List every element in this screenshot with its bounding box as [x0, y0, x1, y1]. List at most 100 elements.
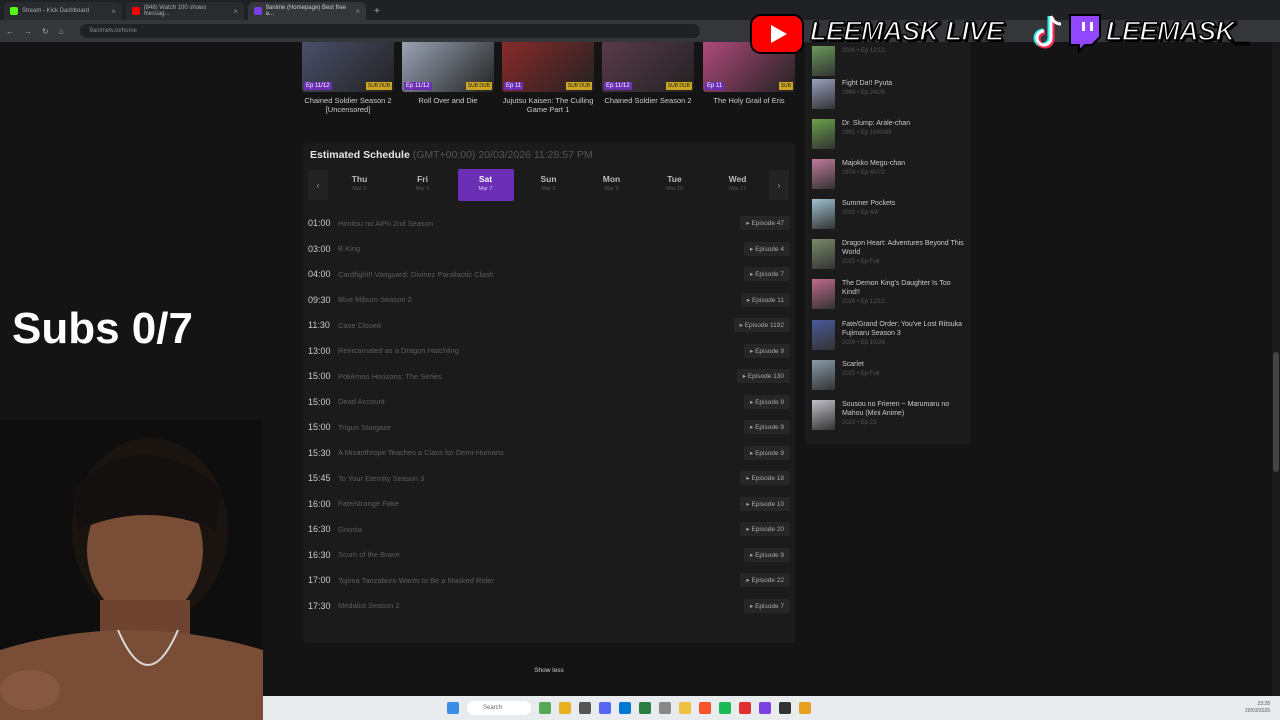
home-icon[interactable]: ⌂ [59, 27, 64, 36]
sidebar-anime-item[interactable]: Fate/Grand Order: You've Lost Ritsuka Fu… [812, 320, 967, 350]
day-tab[interactable]: Mon Mar 9 [584, 169, 640, 201]
sidebar-anime-title[interactable]: Fate/Grand Order: You've Lost Ritsuka Fu… [842, 320, 967, 338]
anime-title[interactable]: Chained Soldier Season 2 [Uncensored] [302, 96, 394, 114]
next-day-button[interactable]: › [769, 170, 789, 200]
sidebar-poster[interactable] [812, 320, 835, 350]
episode-button[interactable]: ▸ Episode 22 [740, 573, 790, 587]
schedule-row[interactable]: 09:30 Blue Miburo Season 2 ▸ Episode 11 [308, 291, 790, 309]
schedule-anime-title[interactable]: Scum of the Brave [338, 550, 400, 559]
sidebar-poster[interactable] [812, 400, 835, 430]
episode-button[interactable]: ▸ Episode 130 [736, 369, 790, 383]
anime-poster[interactable]: Ep 11/12 SUB DUB [302, 42, 394, 92]
discord-icon[interactable] [599, 702, 611, 714]
taskbar-search[interactable]: Search [467, 701, 531, 715]
sidebar-anime-title[interactable]: Sousou no Frieren ~ Marumaru no Mahou (M… [842, 400, 967, 418]
scroll-thumb[interactable] [1273, 352, 1279, 472]
schedule-anime-title[interactable]: Himitsu no AiPri 2nd Season [338, 219, 433, 228]
schedule-row[interactable]: 17:00 Tojima Tanzaburo Wants to Be a Mask… [308, 571, 790, 589]
back-icon[interactable]: ← [6, 27, 14, 36]
anime-title[interactable]: Jujutsu Kaisen: The Culling Game Part 1 [502, 96, 594, 114]
sidebar-anime-title[interactable]: The Demon King's Daughter Is Too Kind!! [842, 279, 967, 297]
episode-button[interactable]: ▸ Episode 7 [744, 267, 790, 281]
browser-tab[interactable]: (848) Watch 100 shows messag... × [126, 2, 244, 20]
episode-button[interactable]: ▸ Episode 9 [744, 394, 790, 409]
edge-icon[interactable] [619, 702, 631, 714]
brave-icon[interactable] [699, 702, 711, 714]
episode-button[interactable]: ▸ Episode 9 [744, 547, 790, 562]
schedule-anime-title[interactable]: Trigun Stargaze [338, 423, 391, 432]
sidebar-anime-item[interactable]: Majokko Megu-chan 1974 • Ep 40/72 [812, 159, 967, 189]
sidebar-anime-item[interactable]: Summer Pockets 2025 • Ep 4/4 [812, 199, 967, 229]
anime-title[interactable]: Chained Soldier Season 2 [602, 96, 694, 105]
schedule-row[interactable]: 01:00 Himitsu no AiPri 2nd Season ▸ Episod… [308, 214, 790, 232]
sidebar-anime-item[interactable]: Sousou no Frieren ~ Marumaru no Mahou (M… [812, 400, 967, 430]
schedule-row[interactable]: 04:00 Cardfight!! Vanguard: Divinez Paral… [308, 265, 790, 283]
obs-icon[interactable] [779, 702, 791, 714]
episode-button[interactable]: ▸ Episode 9 [744, 343, 790, 358]
sidebar-anime-item[interactable]: Dragon Heart: Adventures Beyond This Wor… [812, 239, 967, 269]
forward-icon[interactable]: → [24, 27, 32, 36]
schedule-anime-title[interactable]: Case Closed [338, 321, 381, 330]
episode-button[interactable]: ▸ Episode 47 [740, 216, 790, 230]
close-icon[interactable]: × [233, 7, 238, 16]
schedule-anime-title[interactable]: Gnosia [338, 525, 362, 534]
episode-button[interactable]: ▸ Episode 1192 [733, 318, 790, 332]
close-icon[interactable]: × [355, 7, 360, 16]
day-tab[interactable]: Wed Mar 11 [710, 169, 766, 201]
widgets-icon[interactable] [539, 702, 551, 714]
day-tab[interactable]: Thu Mar 5 [332, 169, 388, 201]
schedule-row[interactable]: 15:30 A Misanthrope Teaches a Class for D… [308, 444, 790, 462]
episode-button[interactable]: ▸ Episode 18 [740, 471, 790, 485]
anime-card[interactable]: Ep 11/12 SUB DUB Roll Over and Die [402, 42, 494, 105]
schedule-row[interactable]: 16:30 Scum of the Brave ▸ Episode 9 [308, 546, 790, 564]
anime-card[interactable]: Ep 11 SUB DUB Jujutsu Kaisen: The Cullin… [502, 42, 594, 114]
sidebar-anime-title[interactable]: Dr. Slump: Arale-chan [842, 119, 910, 128]
episode-button[interactable]: ▸ Episode 9 [744, 420, 790, 434]
schedule-row[interactable]: 11:30 Case Closed ▸ Episode 1192 [308, 316, 790, 334]
prev-day-button[interactable]: ‹ [308, 170, 328, 200]
sidebar-poster[interactable] [812, 119, 835, 149]
episode-button[interactable]: ▸ Episode 20 [740, 522, 790, 536]
new-tab-button[interactable]: + [374, 6, 380, 17]
episode-button[interactable]: ▸ Episode 7 [744, 598, 790, 613]
sidebar-poster[interactable] [812, 199, 835, 229]
schedule-anime-title[interactable]: Dead Account [338, 397, 385, 406]
sidebar-anime-title[interactable]: Fight Da!! Pyuta [842, 79, 892, 88]
system-clock[interactable]: 23:28 20/03/2026 [1245, 701, 1270, 715]
taskview-icon[interactable] [579, 702, 591, 714]
anime-title[interactable]: The Holy Grail of Eris [703, 96, 795, 105]
settings-icon[interactable] [659, 702, 671, 714]
schedule-anime-title[interactable]: Pokémon Horizons: The Series [338, 372, 442, 381]
schedule-row[interactable]: 03:00 B.King ▸ Episode 4 [308, 240, 790, 258]
schedule-row[interactable]: 15:45 To Your Eternity Season 3 ▸ Episode … [308, 469, 790, 487]
sidebar-poster[interactable] [812, 239, 835, 269]
schedule-anime-title[interactable]: Blue Miburo Season 2 [338, 295, 412, 304]
day-tab[interactable]: Sun Mar 8 [521, 169, 577, 201]
spotify-icon[interactable] [719, 702, 731, 714]
schedule-row[interactable]: 13:00 Reincarnated as a Dragon Hatchling ▸… [308, 342, 790, 360]
day-tab[interactable]: Tue Mar 10 [647, 169, 703, 201]
sidebar-anime-title[interactable]: Majokko Megu-chan [842, 159, 905, 168]
schedule-anime-title[interactable]: A Misanthrope Teaches a Class for Demi-H… [338, 448, 504, 457]
schedule-anime-title[interactable]: To Your Eternity Season 3 [338, 474, 424, 483]
schedule-anime-title[interactable]: Medalist Season 2 [338, 601, 400, 610]
app-icon[interactable] [639, 702, 651, 714]
anime-poster[interactable]: Ep 11 SUB DUB [502, 42, 594, 92]
start-icon[interactable] [447, 702, 459, 714]
episode-button[interactable]: ▸ Episode 10 [740, 496, 790, 511]
schedule-row[interactable]: 15:00 Trigun Stargaze ▸ Episode 9 [308, 418, 790, 436]
schedule-anime-title[interactable]: Cardfight!! Vanguard: Divinez Parallacti… [338, 270, 493, 279]
sidebar-anime-title[interactable]: Dragon Heart: Adventures Beyond This Wor… [842, 239, 967, 257]
schedule-anime-title[interactable]: Fate/strange Fake [338, 499, 399, 508]
anime-card[interactable]: Ep 11/12 SUB DUB Chained Soldier Season … [302, 42, 394, 114]
schedule-row[interactable]: 15:00 Dead Account ▸ Episode 9 [308, 393, 790, 411]
schedule-anime-title[interactable]: B.King [338, 244, 360, 253]
schedule-row[interactable]: 15:00 Pokémon Horizons: The Series ▸ Episo… [308, 367, 790, 385]
sidebar-poster[interactable] [812, 279, 835, 309]
file-explorer-icon[interactable] [559, 702, 571, 714]
day-tab[interactable]: Sat Mar 7 [457, 169, 514, 201]
sidebar-anime-item[interactable]: Scarlet 2025 • Ep Full [812, 360, 967, 390]
app2-icon[interactable] [759, 702, 771, 714]
page-scrollbar[interactable] [1272, 42, 1280, 696]
schedule-row[interactable]: 17:30 Medalist Season 2 ▸ Episode 7 [308, 597, 790, 615]
